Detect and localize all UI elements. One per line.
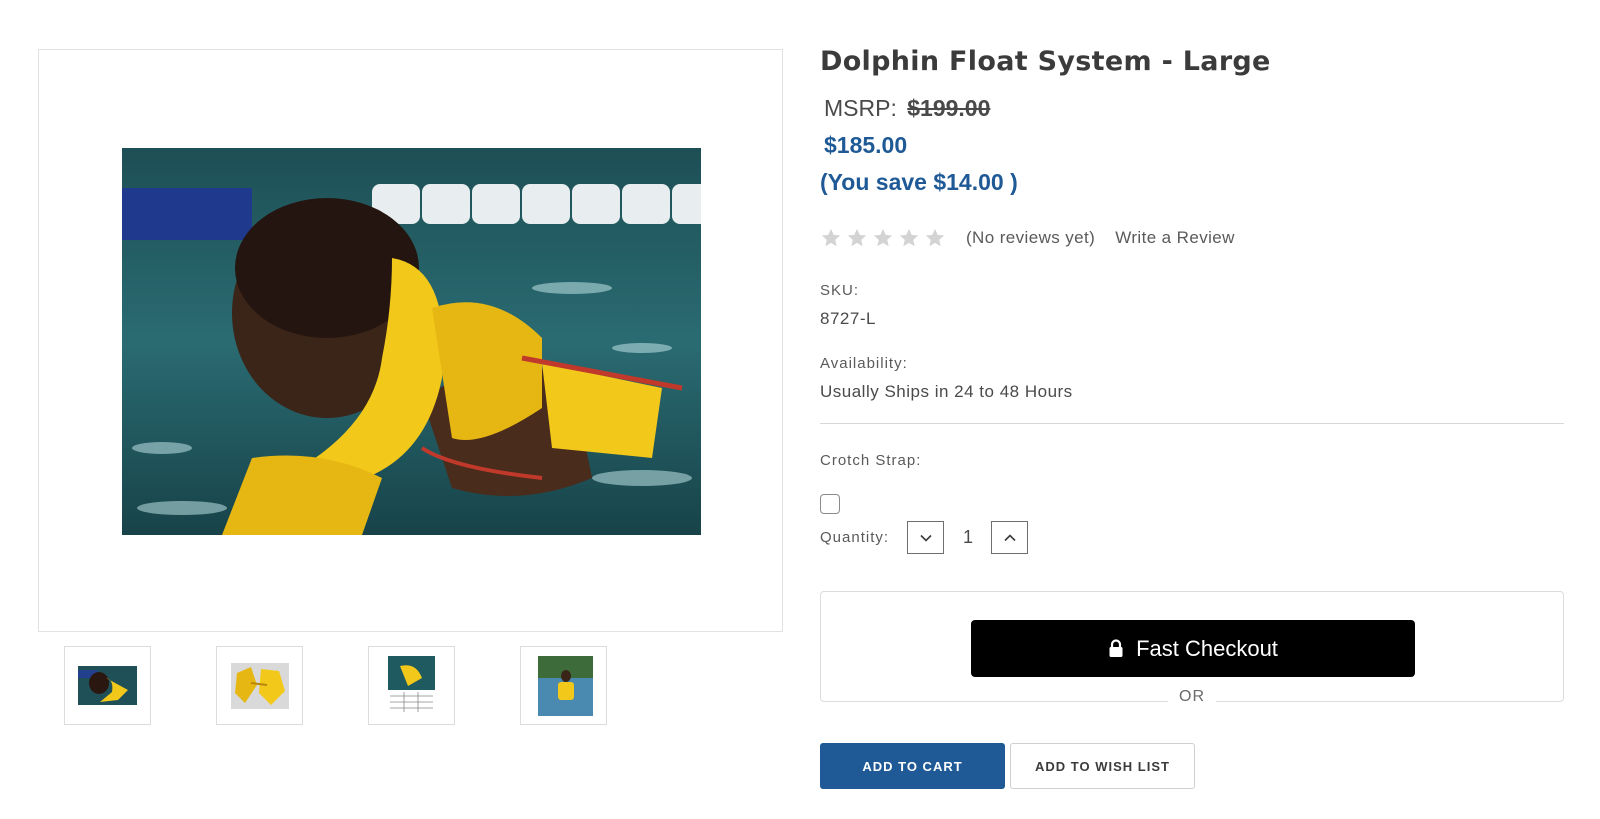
- star-icon: [821, 228, 841, 247]
- write-review-link[interactable]: Write a Review: [1115, 228, 1235, 248]
- product-photo: [122, 148, 701, 535]
- thumbnail-image: [388, 656, 435, 716]
- star-icon: [925, 228, 945, 247]
- quantity-label: Quantity:: [820, 529, 890, 546]
- thumbnail-image: [538, 656, 593, 716]
- product-title: Dolphin Float System - Large: [820, 46, 1271, 77]
- fast-checkout-button[interactable]: Fast Checkout: [971, 620, 1415, 677]
- reviews-count: (No reviews yet): [966, 228, 1096, 247]
- add-to-cart-button[interactable]: ADD TO CART: [820, 743, 1005, 789]
- msrp-value: $199.00: [907, 95, 991, 121]
- thumbnail-image: [78, 666, 137, 705]
- crotch-strap-checkbox[interactable]: [820, 494, 840, 514]
- star-icon: [847, 228, 867, 247]
- star-icon: [873, 228, 893, 247]
- quantity-decrease-button[interactable]: [907, 521, 944, 554]
- rating: (No reviews yet) Write a Review: [820, 226, 1235, 250]
- quantity-increase-button[interactable]: [991, 521, 1028, 554]
- or-separator: OR: [1168, 688, 1216, 708]
- chevron-up-icon: [1003, 533, 1016, 541]
- availability-value: Usually Ships in 24 to 48 Hours: [820, 382, 1073, 401]
- thumbnail-1[interactable]: [64, 646, 151, 725]
- msrp: MSRP: $199.00: [824, 95, 990, 122]
- sku-value: 8727-L: [820, 309, 876, 328]
- thumbnail-3[interactable]: [368, 646, 455, 725]
- thumbnail-strip: [64, 646, 624, 725]
- fast-checkout-label: Fast Checkout: [1136, 635, 1278, 661]
- savings-text: (You save $14.00 ): [820, 169, 1018, 195]
- quantity-input[interactable]: 1: [956, 524, 980, 550]
- sku-label: SKU:: [820, 282, 860, 299]
- thumbnail-2[interactable]: [216, 646, 303, 725]
- sale-price: $185.00: [824, 132, 908, 158]
- star-icon: [899, 228, 919, 247]
- main-product-image[interactable]: [38, 49, 783, 632]
- lock-icon: [1109, 639, 1123, 657]
- availability-label: Availability:: [820, 355, 908, 372]
- thumbnail-4[interactable]: [520, 646, 607, 725]
- crotch-strap-label: Crotch Strap:: [820, 452, 922, 469]
- chevron-down-icon: [919, 534, 932, 542]
- msrp-label: MSRP:: [824, 95, 897, 121]
- divider: [820, 423, 1564, 424]
- star-rating: [820, 227, 946, 249]
- add-to-wishlist-button[interactable]: ADD TO WISH LIST: [1010, 743, 1195, 789]
- thumbnail-image: [231, 663, 289, 709]
